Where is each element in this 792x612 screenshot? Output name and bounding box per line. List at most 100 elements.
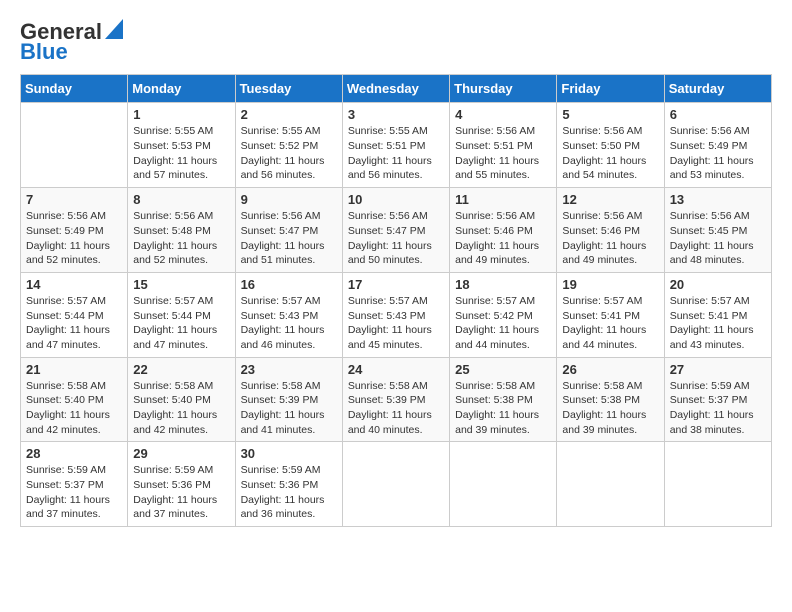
- day-number: 26: [562, 362, 658, 377]
- calendar-cell: 8 Sunrise: 5:56 AMSunset: 5:48 PMDaylight…: [128, 188, 235, 273]
- calendar-cell: 25 Sunrise: 5:58 AMSunset: 5:38 PMDayligh…: [450, 357, 557, 442]
- calendar-cell: 12 Sunrise: 5:56 AMSunset: 5:46 PMDayligh…: [557, 188, 664, 273]
- calendar-cell: 27Sunrise: 5:59 AMSunset: 5:37 PMDayligh…: [664, 357, 771, 442]
- day-number: 4: [455, 107, 551, 122]
- calendar-cell: 6 Sunrise: 5:56 AMSunset: 5:49 PMDaylight…: [664, 103, 771, 188]
- day-number: 9: [241, 192, 337, 207]
- logo: General Blue: [20, 20, 123, 64]
- logo-blue: Blue: [20, 40, 68, 64]
- day-number: 13: [670, 192, 766, 207]
- day-detail: Sunrise: 5:56 AMSunset: 5:45 PMDaylight:…: [670, 209, 766, 268]
- calendar-cell: 28 Sunrise: 5:59 AMSunset: 5:37 PMDayligh…: [21, 442, 128, 527]
- day-number: 14: [26, 277, 122, 292]
- header-sunday: Sunday: [21, 75, 128, 103]
- day-number: 24: [348, 362, 444, 377]
- calendar-cell: 20 Sunrise: 5:57 AMSunset: 5:41 PMDayligh…: [664, 272, 771, 357]
- day-detail: Sunrise: 5:59 AMSunset: 5:36 PMDaylight:…: [133, 463, 229, 522]
- day-number: 20: [670, 277, 766, 292]
- calendar-cell: 15 Sunrise: 5:57 AMSunset: 5:44 PMDayligh…: [128, 272, 235, 357]
- calendar-cell: [557, 442, 664, 527]
- calendar-cell: 26 Sunrise: 5:58 AMSunset: 5:38 PMDayligh…: [557, 357, 664, 442]
- calendar-table: SundayMondayTuesdayWednesdayThursdayFrid…: [20, 74, 772, 527]
- calendar-cell: [21, 103, 128, 188]
- calendar-cell: 19Sunrise: 5:57 AMSunset: 5:41 PMDayligh…: [557, 272, 664, 357]
- day-number: 17: [348, 277, 444, 292]
- day-number: 18: [455, 277, 551, 292]
- calendar-cell: 22 Sunrise: 5:58 AMSunset: 5:40 PMDayligh…: [128, 357, 235, 442]
- day-number: 2: [241, 107, 337, 122]
- day-number: 25: [455, 362, 551, 377]
- day-detail: Sunrise: 5:56 AMSunset: 5:46 PMDaylight:…: [455, 209, 551, 268]
- day-detail: Sunrise: 5:57 AMSunset: 5:44 PMDaylight:…: [133, 294, 229, 353]
- calendar-week-row: 7 Sunrise: 5:56 AMSunset: 5:49 PMDaylight…: [21, 188, 772, 273]
- day-number: 3: [348, 107, 444, 122]
- calendar-cell: 2 Sunrise: 5:55 AMSunset: 5:52 PMDaylight…: [235, 103, 342, 188]
- day-number: 6: [670, 107, 766, 122]
- header-wednesday: Wednesday: [342, 75, 449, 103]
- page-header: General Blue: [20, 20, 772, 64]
- day-number: 22: [133, 362, 229, 377]
- calendar-cell: [664, 442, 771, 527]
- day-number: 19: [562, 277, 658, 292]
- day-detail: Sunrise: 5:58 AMSunset: 5:40 PMDaylight:…: [133, 379, 229, 438]
- day-detail: Sunrise: 5:56 AMSunset: 5:46 PMDaylight:…: [562, 209, 658, 268]
- day-number: 11: [455, 192, 551, 207]
- header-monday: Monday: [128, 75, 235, 103]
- day-detail: Sunrise: 5:59 AMSunset: 5:36 PMDaylight:…: [241, 463, 337, 522]
- day-detail: Sunrise: 5:58 AMSunset: 5:39 PMDaylight:…: [241, 379, 337, 438]
- calendar-cell: 14 Sunrise: 5:57 AMSunset: 5:44 PMDayligh…: [21, 272, 128, 357]
- day-detail: Sunrise: 5:56 AMSunset: 5:49 PMDaylight:…: [670, 124, 766, 183]
- day-number: 28: [26, 446, 122, 461]
- day-number: 1: [133, 107, 229, 122]
- day-number: 23: [241, 362, 337, 377]
- day-detail: Sunrise: 5:55 AMSunset: 5:53 PMDaylight:…: [133, 124, 229, 183]
- day-detail: Sunrise: 5:58 AMSunset: 5:38 PMDaylight:…: [455, 379, 551, 438]
- calendar-body: 1 Sunrise: 5:55 AMSunset: 5:53 PMDaylight…: [21, 103, 772, 527]
- calendar-week-row: 21Sunrise: 5:58 AMSunset: 5:40 PMDayligh…: [21, 357, 772, 442]
- day-detail: Sunrise: 5:56 AMSunset: 5:49 PMDaylight:…: [26, 209, 122, 268]
- day-detail: Sunrise: 5:57 AMSunset: 5:41 PMDaylight:…: [670, 294, 766, 353]
- day-detail: Sunrise: 5:57 AMSunset: 5:44 PMDaylight:…: [26, 294, 122, 353]
- header-friday: Friday: [557, 75, 664, 103]
- calendar-cell: 7 Sunrise: 5:56 AMSunset: 5:49 PMDaylight…: [21, 188, 128, 273]
- calendar-week-row: 1 Sunrise: 5:55 AMSunset: 5:53 PMDaylight…: [21, 103, 772, 188]
- day-number: 5: [562, 107, 658, 122]
- day-detail: Sunrise: 5:57 AMSunset: 5:42 PMDaylight:…: [455, 294, 551, 353]
- logo-bird-icon: [105, 19, 123, 41]
- day-detail: Sunrise: 5:57 AMSunset: 5:43 PMDaylight:…: [348, 294, 444, 353]
- calendar-cell: [450, 442, 557, 527]
- calendar-week-row: 28 Sunrise: 5:59 AMSunset: 5:37 PMDayligh…: [21, 442, 772, 527]
- calendar-header-row: SundayMondayTuesdayWednesdayThursdayFrid…: [21, 75, 772, 103]
- day-number: 15: [133, 277, 229, 292]
- day-number: 8: [133, 192, 229, 207]
- header-tuesday: Tuesday: [235, 75, 342, 103]
- calendar-cell: 16 Sunrise: 5:57 AMSunset: 5:43 PMDayligh…: [235, 272, 342, 357]
- day-detail: Sunrise: 5:56 AMSunset: 5:51 PMDaylight:…: [455, 124, 551, 183]
- calendar-cell: 21Sunrise: 5:58 AMSunset: 5:40 PMDayligh…: [21, 357, 128, 442]
- calendar-cell: 17 Sunrise: 5:57 AMSunset: 5:43 PMDayligh…: [342, 272, 449, 357]
- calendar-cell: 29Sunrise: 5:59 AMSunset: 5:36 PMDayligh…: [128, 442, 235, 527]
- day-detail: Sunrise: 5:59 AMSunset: 5:37 PMDaylight:…: [26, 463, 122, 522]
- calendar-cell: 1 Sunrise: 5:55 AMSunset: 5:53 PMDaylight…: [128, 103, 235, 188]
- calendar-cell: 13 Sunrise: 5:56 AMSunset: 5:45 PMDayligh…: [664, 188, 771, 273]
- day-detail: Sunrise: 5:55 AMSunset: 5:52 PMDaylight:…: [241, 124, 337, 183]
- day-detail: Sunrise: 5:56 AMSunset: 5:47 PMDaylight:…: [241, 209, 337, 268]
- day-number: 16: [241, 277, 337, 292]
- calendar-cell: 3 Sunrise: 5:55 AMSunset: 5:51 PMDaylight…: [342, 103, 449, 188]
- calendar-cell: 10 Sunrise: 5:56 AMSunset: 5:47 PMDayligh…: [342, 188, 449, 273]
- calendar-cell: 11 Sunrise: 5:56 AMSunset: 5:46 PMDayligh…: [450, 188, 557, 273]
- day-number: 7: [26, 192, 122, 207]
- day-number: 12: [562, 192, 658, 207]
- day-detail: Sunrise: 5:56 AMSunset: 5:48 PMDaylight:…: [133, 209, 229, 268]
- day-detail: Sunrise: 5:55 AMSunset: 5:51 PMDaylight:…: [348, 124, 444, 183]
- calendar-week-row: 14 Sunrise: 5:57 AMSunset: 5:44 PMDayligh…: [21, 272, 772, 357]
- day-detail: Sunrise: 5:58 AMSunset: 5:38 PMDaylight:…: [562, 379, 658, 438]
- calendar-cell: 18 Sunrise: 5:57 AMSunset: 5:42 PMDayligh…: [450, 272, 557, 357]
- calendar-cell: 9 Sunrise: 5:56 AMSunset: 5:47 PMDaylight…: [235, 188, 342, 273]
- calendar-cell: 24Sunrise: 5:58 AMSunset: 5:39 PMDayligh…: [342, 357, 449, 442]
- day-detail: Sunrise: 5:56 AMSunset: 5:47 PMDaylight:…: [348, 209, 444, 268]
- calendar-cell: 4 Sunrise: 5:56 AMSunset: 5:51 PMDaylight…: [450, 103, 557, 188]
- day-number: 30: [241, 446, 337, 461]
- day-number: 10: [348, 192, 444, 207]
- day-detail: Sunrise: 5:57 AMSunset: 5:43 PMDaylight:…: [241, 294, 337, 353]
